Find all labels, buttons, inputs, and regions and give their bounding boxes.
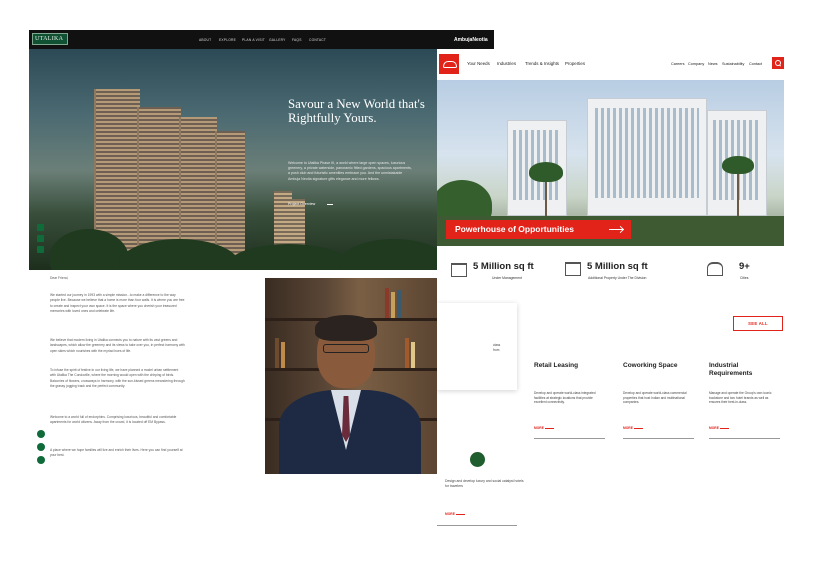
partial-card-text: class from <box>493 343 500 352</box>
card-more-link[interactable]: MORE <box>623 426 643 430</box>
letter-paragraph: We believe that modern living in Utalika… <box>50 338 185 353</box>
stat-value-1: 5 Million sq ft <box>473 261 534 272</box>
nav-about[interactable]: ABOUT <box>199 38 211 42</box>
search-icon[interactable] <box>772 57 784 69</box>
letter-paragraph: A place where we hope families will live… <box>50 448 183 458</box>
youtube-icon[interactable] <box>37 246 44 253</box>
utalika-logo[interactable]: UTALIKA <box>32 33 68 45</box>
divider <box>623 438 694 439</box>
card-more-link[interactable]: MORE <box>709 426 729 430</box>
project-overview-link[interactable]: Project Overview <box>288 202 334 206</box>
screenshot-collage: Your Needs Industries Trends & Insights … <box>0 0 823 583</box>
hero-heading: Savour a New World that's Rightfully You… <box>288 97 425 125</box>
stat-label-3: Cities <box>740 276 749 280</box>
hero-banner-text: Powerhouse of Opportunities <box>455 224 575 234</box>
building-windows <box>595 108 699 198</box>
stat-label-1: Under Management <box>492 276 522 280</box>
see-all-button[interactable]: SEE ALL <box>733 316 783 331</box>
book <box>391 292 395 318</box>
hero-body: Welcome to Utalika Phase III, a world wh… <box>288 161 412 181</box>
stat-label-2: Additional Property Under The Division <box>588 276 647 280</box>
card-desc: Develop and operate world-class integrat… <box>534 391 596 405</box>
palm-tree <box>529 162 563 182</box>
arrow-right-icon <box>609 229 623 230</box>
person-glasses <box>323 344 369 353</box>
green-circle-icon <box>470 452 485 467</box>
book <box>281 342 285 368</box>
palm-trunk <box>737 168 739 223</box>
need-card-industrial[interactable]: Industrial Requirements Manage and opera… <box>701 353 781 440</box>
city-icon <box>707 262 723 276</box>
utalika-site: Savour a New World that's Rightfully You… <box>29 30 437 270</box>
nav-plan-visit[interactable]: PLAN A VISIT <box>242 38 265 42</box>
nav-sustainability[interactable]: Sustainability <box>722 62 744 66</box>
phone-icon[interactable] <box>37 430 45 438</box>
trees <box>339 239 437 270</box>
logo-text: UTALIKA <box>35 36 64 42</box>
card-desc: Manage and operate the Group's own iconi… <box>709 391 772 405</box>
founder-letter: Dear Friend, We started our journey in 1… <box>29 270 265 470</box>
book <box>275 338 279 368</box>
ambuja-navbar: Your Needs Industries Trends & Insights … <box>437 50 823 78</box>
stat-value-3: 9+ <box>739 261 750 272</box>
nav-company[interactable]: Company <box>688 62 704 66</box>
utalika-hero-image: Savour a New World that's Rightfully You… <box>29 49 437 270</box>
nav-trends[interactable]: Trends & Insights <box>525 61 559 66</box>
card-desc: Design and develop luxury and social cat… <box>445 479 524 488</box>
ambuja-brand-label: AmbujaNeotia <box>454 37 488 43</box>
whatsapp-icon[interactable] <box>37 443 45 451</box>
instagram-icon[interactable] <box>37 235 44 242</box>
book <box>397 290 401 318</box>
card-title: Coworking Space <box>623 362 678 369</box>
founder-portrait <box>265 278 437 474</box>
person-hair <box>315 315 377 341</box>
letter-greeting: Dear Friend, <box>50 276 69 280</box>
nav-gallery[interactable]: GALLERY <box>269 38 286 42</box>
need-card-retail[interactable]: Retail Leasing Develop and operate world… <box>526 353 606 440</box>
nav-faqs[interactable]: FAQS <box>292 38 302 42</box>
hero-banner-button[interactable]: Powerhouse of Opportunities <box>446 220 631 239</box>
facebook-icon[interactable] <box>37 224 44 231</box>
property-icon <box>565 262 581 276</box>
card-more-link[interactable]: MORE <box>445 512 465 516</box>
letter-paragraph: To infuse the spirit of festive in our l… <box>50 368 185 388</box>
nav-contact[interactable]: CONTACT <box>309 38 326 42</box>
nav-contact[interactable]: Contact <box>749 62 762 66</box>
letter-paragraph: Welcome to a world full of endorphins. C… <box>50 415 177 425</box>
nav-careers[interactable]: Careers <box>671 62 685 66</box>
trees <box>229 244 349 270</box>
building-icon <box>451 263 467 277</box>
utalika-navbar: UTALIKA ABOUT EXPLORE PLAN A VISIT GALLE… <box>29 30 437 49</box>
ambuja-hero-image: Powerhouse of Opportunities <box>437 80 784 246</box>
divider <box>437 525 517 526</box>
need-card-partial[interactable]: class from <box>437 303 517 390</box>
letter-paragraph: We started our journey in 1993 with a si… <box>50 293 185 313</box>
book <box>385 288 389 318</box>
mail-icon[interactable] <box>37 456 45 464</box>
stat-value-2: 5 Million sq ft <box>587 261 648 272</box>
divider <box>709 438 780 439</box>
ambuja-logo[interactable] <box>439 54 459 74</box>
nav-news[interactable]: News <box>708 62 718 66</box>
card-more-link[interactable]: MORE <box>534 426 554 430</box>
partial-card-line: from <box>493 347 500 352</box>
card-desc: Develop and operate world-class commerci… <box>623 391 687 405</box>
need-card-coworking[interactable]: Coworking Space Develop and operate worl… <box>615 353 695 440</box>
palm-tree <box>722 156 754 174</box>
card-title: Retail Leasing <box>534 362 579 369</box>
divider <box>534 438 605 439</box>
book <box>411 342 415 368</box>
nav-properties[interactable]: Properties <box>565 61 585 66</box>
nav-your-needs[interactable]: Your Needs <box>467 61 490 66</box>
nav-industries[interactable]: Industries <box>497 61 516 66</box>
partial-card-line: class <box>493 343 501 347</box>
nav-explore[interactable]: EXPLORE <box>219 38 236 42</box>
book <box>405 338 409 368</box>
card-title: Industrial Requirements <box>709 362 753 377</box>
